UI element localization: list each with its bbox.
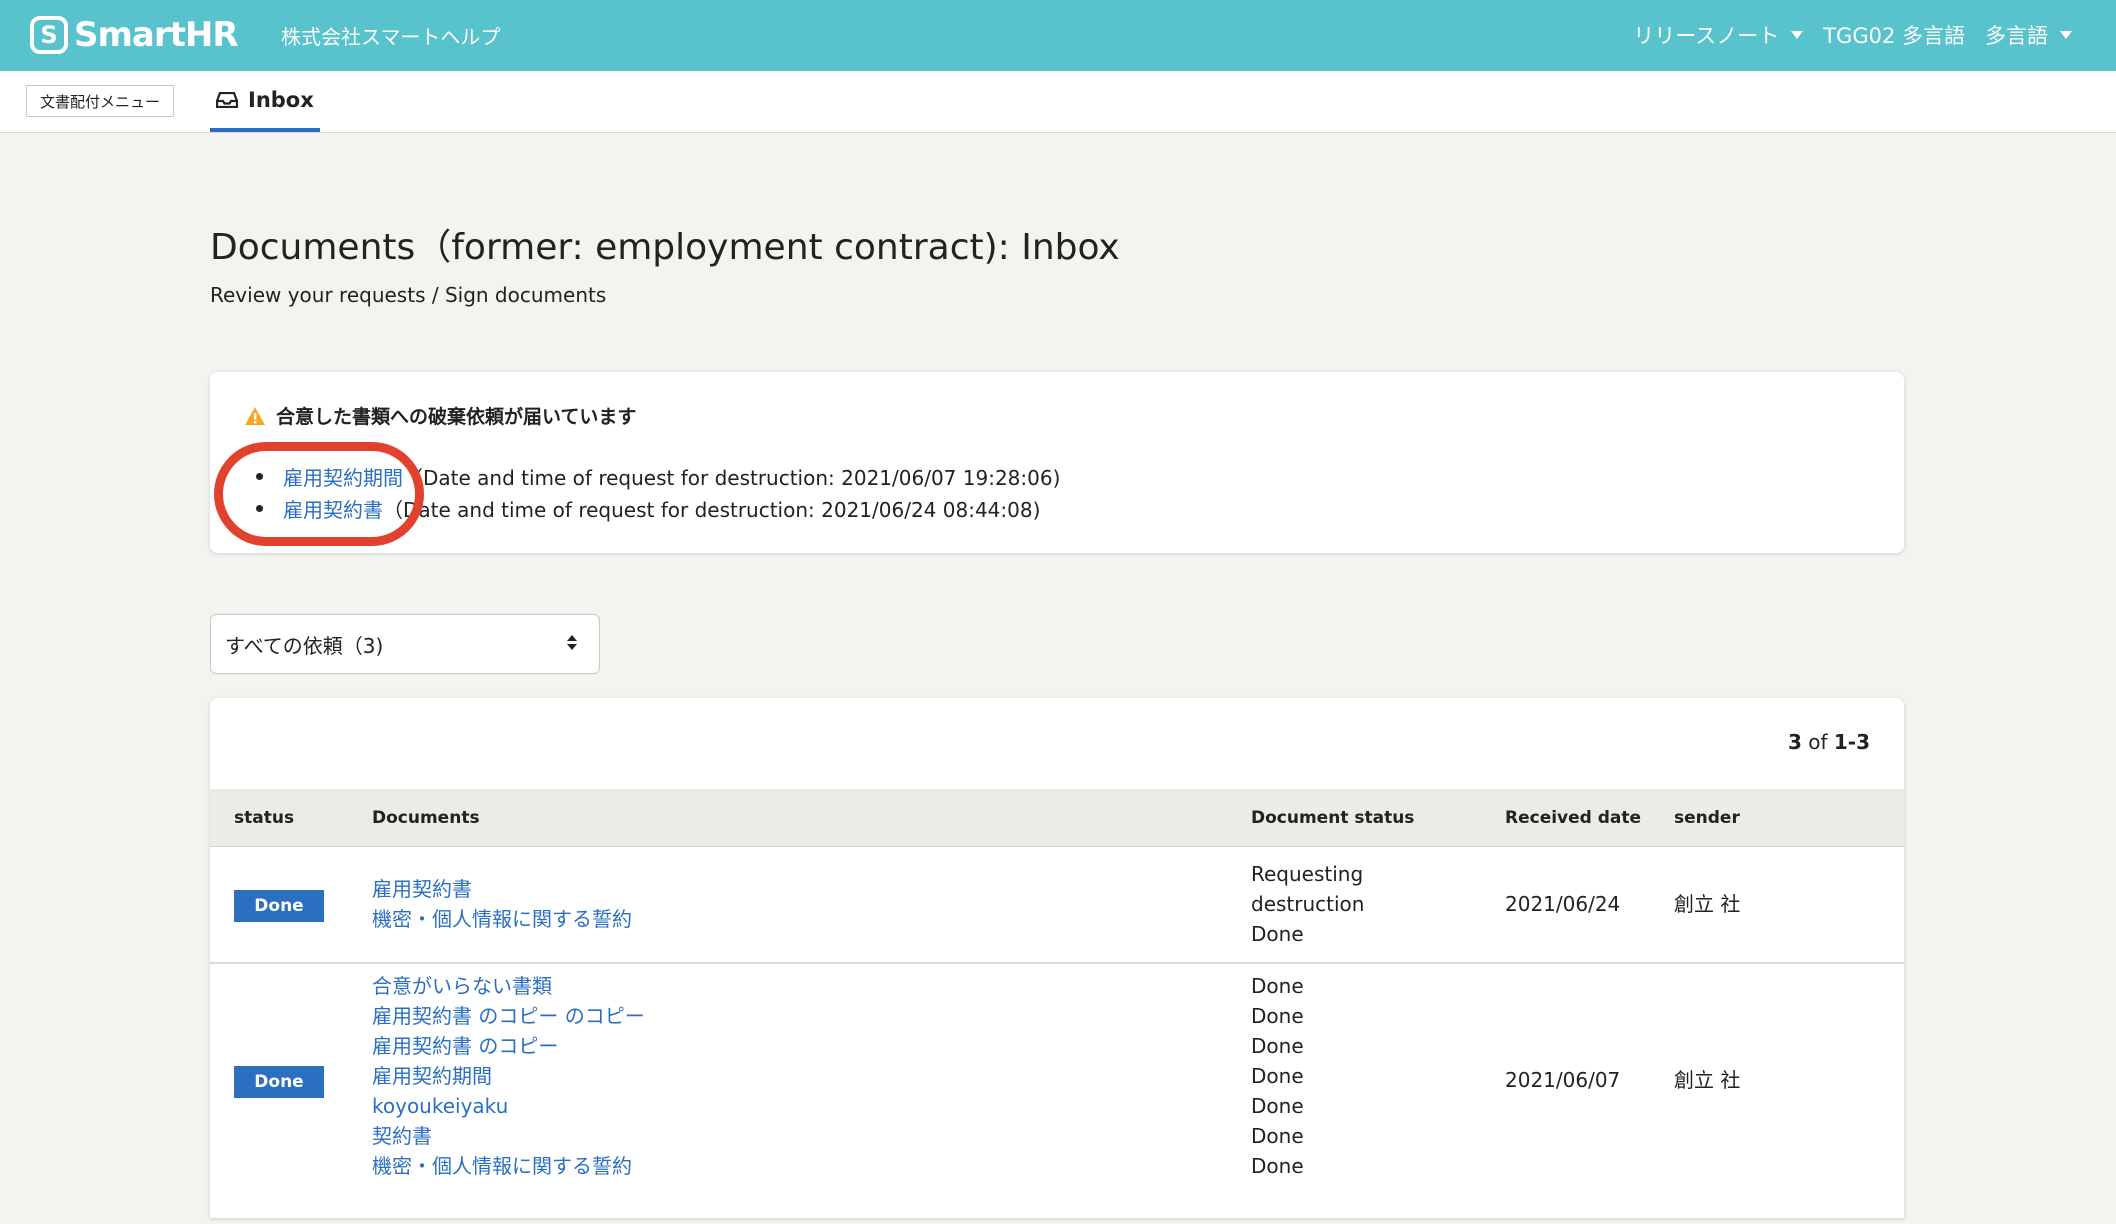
release-notes-label: リリースノート <box>1633 24 1780 48</box>
tenant-label: TGG02 多言語 <box>1823 24 1965 48</box>
request-filter-select[interactable]: すべての依頼（3) <box>210 614 600 674</box>
document-link[interactable]: 雇用契約書 のコピー <box>372 1031 645 1061</box>
document-link[interactable]: 雇用契約期間 <box>372 1061 645 1091</box>
alert-item-text: （Date and time of request for destructio… <box>403 465 1061 490</box>
document-link[interactable]: 合意がいらない書類 <box>372 971 645 1001</box>
document-status: Done <box>1251 974 1304 998</box>
company-name: 株式会社スマートヘルプ <box>281 25 501 49</box>
status-badge: Done <box>234 1066 324 1098</box>
alert-heading: 合意した書類への破棄依頼が届いています <box>244 402 636 429</box>
document-status: Done <box>1251 1064 1304 1088</box>
document-link[interactable]: 機密・個人情報に関する誓約 <box>372 904 632 934</box>
table-row[interactable]: Done 雇用契約書 機密・個人情報に関する誓約 Requesting dest… <box>210 847 1904 964</box>
sender: 創立 社 <box>1674 1068 1741 1092</box>
user-menu-label: 多言語 <box>1985 24 2048 48</box>
warning-icon <box>245 406 265 425</box>
column-header-status: status <box>234 808 295 828</box>
tab-inbox[interactable]: Inbox <box>210 71 320 132</box>
header-nav: リリースノート TGG02 多言語 多言語 <box>1613 20 2072 50</box>
document-link[interactable]: koyoukeiyaku <box>372 1091 645 1121</box>
document-statuses: Done Done Done Done Done Done Done <box>1251 971 1304 1181</box>
document-status: Done <box>1251 1034 1304 1058</box>
table-header: status Documents Document status Receive… <box>210 789 1904 847</box>
page-subtitle: Review your requests / Sign documents <box>210 283 607 307</box>
logo-text: SmartHR <box>74 15 239 55</box>
document-link[interactable]: 契約書 <box>372 1121 645 1151</box>
tenant-name[interactable]: TGG02 多言語 <box>1823 20 1965 50</box>
document-status: Requesting <box>1251 862 1364 886</box>
page-title: Documents（former: employment contract): … <box>210 227 1120 268</box>
smarthr-logo[interactable]: S SmartHR <box>30 14 239 56</box>
release-notes-menu[interactable]: リリースノート <box>1633 20 1804 50</box>
document-link[interactable]: 雇用契約書 のコピー のコピー <box>372 1001 645 1031</box>
status-badge: Done <box>234 890 324 922</box>
alert-heading-text: 合意した書類への破棄依頼が届いています <box>276 406 637 428</box>
document-status: Done <box>1251 1094 1304 1118</box>
received-date: 2021/06/07 <box>1505 1068 1621 1092</box>
annotation-circle <box>214 442 424 546</box>
count-range: 1-3 <box>1833 730 1870 754</box>
document-status: Done <box>1251 1124 1304 1148</box>
document-status: Done <box>1251 1004 1304 1028</box>
smarthr-logo-icon: S <box>30 16 68 54</box>
column-header-sender: sender <box>1674 808 1740 828</box>
document-links: 雇用契約書 機密・個人情報に関する誓約 <box>372 874 632 934</box>
column-header-documents: Documents <box>372 808 480 828</box>
received-date: 2021/06/24 <box>1505 892 1621 916</box>
document-status: destruction <box>1251 892 1365 916</box>
chevron-down-icon <box>1791 31 1804 39</box>
document-links: 合意がいらない書類 雇用契約書 のコピー のコピー 雇用契約書 のコピー 雇用契… <box>372 971 645 1181</box>
table-row[interactable]: Done 合意がいらない書類 雇用契約書 のコピー のコピー 雇用契約書 のコピ… <box>210 964 1904 1224</box>
column-header-document-status: Document status <box>1251 808 1415 828</box>
requests-table-card: 3 of 1-3 status Documents Document statu… <box>210 698 1904 1218</box>
destruction-request-alert: 合意した書類への破棄依頼が届いています 雇用契約期間 （Date and tim… <box>210 372 1904 553</box>
top-header: S SmartHR 株式会社スマートヘルプ リリースノート TGG02 多言語 … <box>0 0 2116 71</box>
count-of: of <box>1808 730 1828 754</box>
pagination-count: 3 of 1-3 <box>1788 730 1870 754</box>
count-total: 3 <box>1787 730 1802 754</box>
chevron-down-icon <box>2060 31 2072 39</box>
filter-selected-value: すべての依頼（3) <box>225 633 384 658</box>
inbox-icon <box>216 91 238 108</box>
document-statuses: Requesting destruction Done <box>1251 859 1364 949</box>
document-link[interactable]: 雇用契約書 <box>372 874 632 904</box>
sender: 創立 社 <box>1674 892 1741 916</box>
alert-item-text: （Date and time of request for destructio… <box>383 497 1041 522</box>
tab-inbox-label: Inbox <box>248 87 314 112</box>
user-menu[interactable]: 多言語 <box>1985 20 2072 50</box>
document-link[interactable]: 機密・個人情報に関する誓約 <box>372 1151 645 1181</box>
document-status: Done <box>1251 922 1304 946</box>
select-arrows-icon <box>567 635 577 650</box>
document-status: Done <box>1251 1154 1304 1178</box>
doc-distribution-menu-button[interactable]: 文書配付メニュー <box>26 85 175 117</box>
column-header-received-date: Received date <box>1505 808 1642 828</box>
tab-bar: 文書配付メニュー Inbox <box>0 71 2116 133</box>
